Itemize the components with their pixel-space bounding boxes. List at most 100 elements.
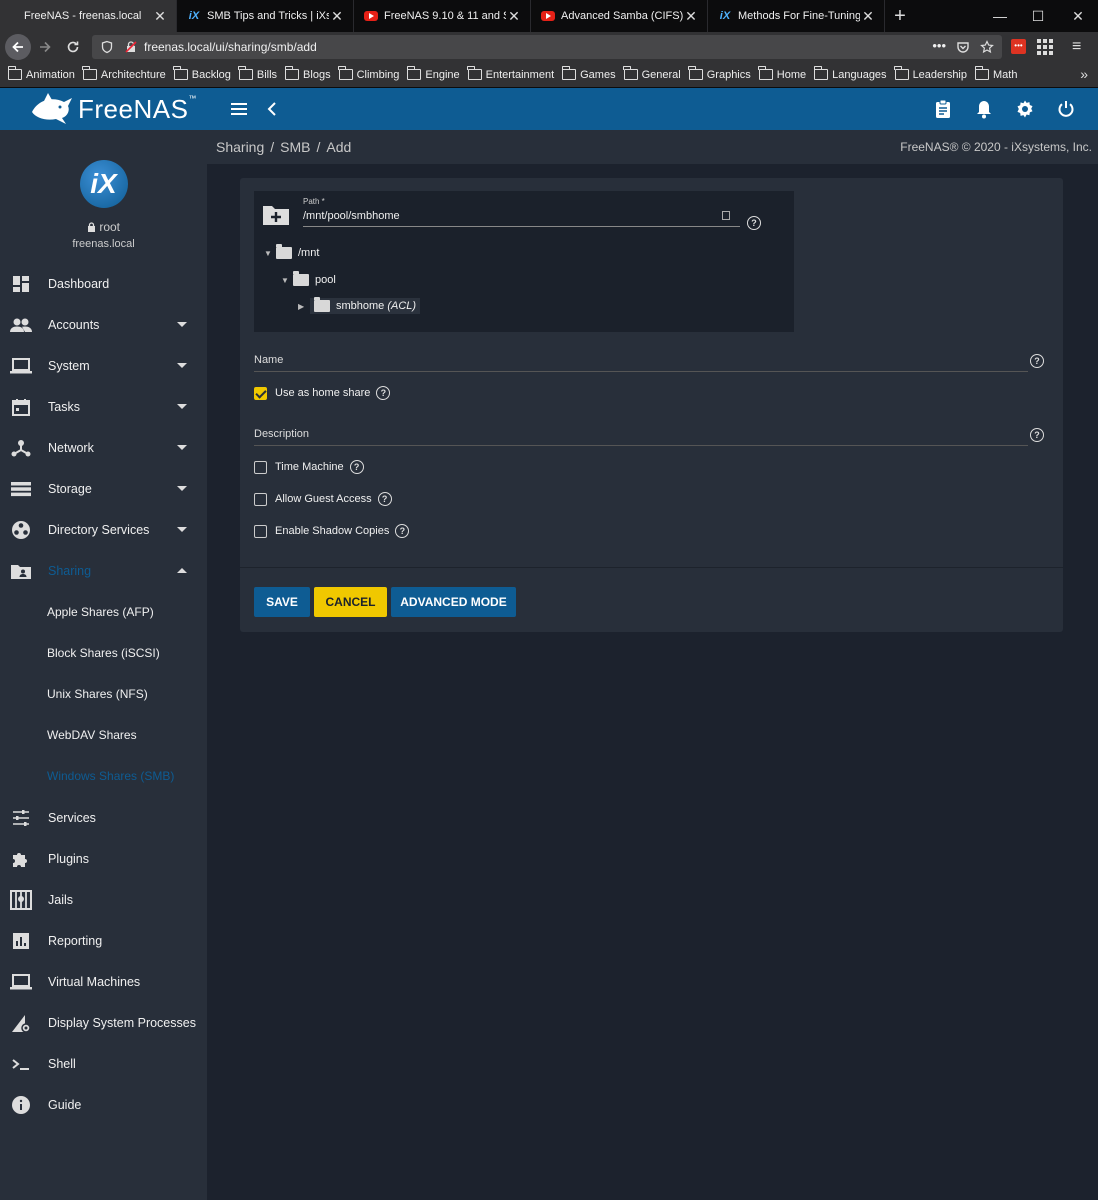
caret-down-icon[interactable]: ▼ xyxy=(264,249,276,258)
name-field[interactable]: Name xyxy=(254,354,1028,372)
description-field[interactable]: Description xyxy=(254,428,1028,446)
minimize-icon[interactable]: — xyxy=(980,0,1020,32)
caret-right-icon[interactable]: ▶ xyxy=(298,302,310,311)
close-tab-icon[interactable]: ✕ xyxy=(506,8,522,25)
sidebar-item-storage[interactable]: Storage xyxy=(0,468,207,509)
browser-tab-smb-tips[interactable]: iX SMB Tips and Tricks | iXsystems ✕ xyxy=(177,0,354,32)
clipboard-icon[interactable] xyxy=(930,96,956,122)
bookmark-item[interactable]: Engine xyxy=(406,66,460,81)
window-close-icon[interactable]: ✕ xyxy=(1058,0,1098,32)
new-tab-plus-icon[interactable]: + xyxy=(885,0,915,32)
sidebar-item-system-processes[interactable]: Display System Processes xyxy=(0,1002,207,1043)
path-input[interactable]: /mnt/pool/smbhome xyxy=(303,210,740,227)
expand-path-icon[interactable] xyxy=(722,211,730,220)
sidebar-subitem-smb[interactable]: Windows Shares (SMB) xyxy=(47,755,207,796)
bookmark-item[interactable]: Backlog xyxy=(173,66,231,81)
sidebar-item-system[interactable]: System xyxy=(0,345,207,386)
bookmark-item[interactable]: Games xyxy=(561,66,616,81)
tree-node-mnt[interactable]: ▼ /mnt xyxy=(264,243,319,263)
save-button[interactable]: SAVE xyxy=(254,587,310,617)
help-icon[interactable]: ? xyxy=(377,492,392,506)
close-tab-icon[interactable]: ✕ xyxy=(329,8,345,25)
maximize-icon[interactable]: ☐ xyxy=(1018,0,1058,32)
breadcrumb-sharing[interactable]: Sharing xyxy=(216,139,264,155)
bookmark-item[interactable]: Architechture xyxy=(82,66,166,81)
bookmark-item[interactable]: Leadership xyxy=(894,66,967,81)
bookmark-item[interactable]: Blogs xyxy=(284,66,331,81)
sidebar-subitem-webdav[interactable]: WebDAV Shares xyxy=(47,714,207,755)
settings-gear-icon[interactable] xyxy=(1012,96,1038,122)
close-tab-icon[interactable]: ✕ xyxy=(152,8,168,25)
sidebar-item-shell[interactable]: Shell xyxy=(0,1043,207,1084)
shadow-copies-checkbox-row[interactable]: Enable Shadow Copies ? xyxy=(254,523,410,539)
bookmark-item[interactable]: Entertainment xyxy=(467,66,554,81)
insecure-lock-icon[interactable] xyxy=(124,40,138,54)
sidebar-item-guide[interactable]: Guide xyxy=(0,1084,207,1125)
sidebar-item-reporting[interactable]: Reporting xyxy=(0,920,207,961)
bell-icon[interactable] xyxy=(971,96,997,122)
tree-node-smbhome[interactable]: ▶ smbhome (ACL) xyxy=(298,296,421,316)
tree-node-selected[interactable]: smbhome (ACL) xyxy=(310,297,421,314)
help-icon[interactable]: ? xyxy=(395,524,410,538)
add-folder-icon[interactable] xyxy=(263,203,289,225)
extension-icon[interactable]: ••• xyxy=(1011,39,1026,54)
breadcrumb-smb[interactable]: SMB xyxy=(280,139,310,155)
back-arrow-icon[interactable] xyxy=(5,34,31,60)
bookmark-star-icon[interactable] xyxy=(980,40,994,54)
sidebar-item-directory-services[interactable]: Directory Services xyxy=(0,509,207,550)
sidebar-subitem-afp[interactable]: Apple Shares (AFP) xyxy=(47,591,207,632)
sidebar-item-sharing[interactable]: Sharing xyxy=(0,550,207,591)
bookmark-item[interactable]: Math xyxy=(974,66,1017,81)
browser-tab-freenas[interactable]: FreeNAS - freenas.local ✕ xyxy=(0,0,177,32)
url-bar[interactable]: freenas.local/ui/sharing/smb/add ••• xyxy=(92,35,1002,59)
help-icon[interactable]: ? xyxy=(747,216,761,230)
help-icon[interactable]: ? xyxy=(349,460,364,474)
sidebar-item-dashboard[interactable]: Dashboard xyxy=(0,263,207,304)
browser-tab-methods[interactable]: iX Methods For Fine-Tuning Samba ✕ xyxy=(708,0,885,32)
shadow-copies-checkbox[interactable] xyxy=(254,524,267,538)
sidebar-item-virtual-machines[interactable]: Virtual Machines xyxy=(0,961,207,1002)
bookmark-item[interactable]: Climbing xyxy=(338,66,399,81)
hamburger-menu-icon[interactable] xyxy=(226,96,252,122)
advanced-mode-button[interactable]: ADVANCED MODE xyxy=(391,587,516,617)
cancel-button[interactable]: CANCEL xyxy=(314,587,387,617)
apps-grid-icon[interactable] xyxy=(1037,39,1053,55)
bookmarks-overflow-icon[interactable]: » xyxy=(1080,66,1088,82)
help-icon[interactable]: ? xyxy=(376,386,391,400)
sidebar-item-accounts[interactable]: Accounts xyxy=(0,304,207,345)
freenas-logo[interactable]: FreeNAS™ xyxy=(30,92,197,126)
time-machine-checkbox[interactable] xyxy=(254,460,267,474)
bookmark-item[interactable]: Graphics xyxy=(688,66,751,81)
browser-tab-freenas-samba[interactable]: FreeNAS 9.10 & 11 and Samba ✕ xyxy=(354,0,531,32)
caret-down-icon[interactable]: ▼ xyxy=(281,276,293,285)
sidebar-item-plugins[interactable]: Plugins xyxy=(0,838,207,879)
guest-access-checkbox-row[interactable]: Allow Guest Access ? xyxy=(254,491,392,507)
page-actions-icon[interactable]: ••• xyxy=(932,38,946,53)
sidebar-item-network[interactable]: Network xyxy=(0,427,207,468)
bookmark-item[interactable]: Languages xyxy=(813,66,887,81)
browser-tab-advanced-samba[interactable]: Advanced Samba (CIFS) permissions ✕ xyxy=(531,0,708,32)
forward-arrow-icon[interactable] xyxy=(31,33,59,61)
help-icon[interactable]: ? xyxy=(1030,428,1044,442)
sidebar-subitem-iscsi[interactable]: Block Shares (iSCSI) xyxy=(47,632,207,673)
home-share-checkbox-row[interactable]: Use as home share ? xyxy=(254,385,391,401)
chevron-left-icon[interactable] xyxy=(259,96,285,122)
bookmark-item[interactable]: Bills xyxy=(238,66,277,81)
shield-icon[interactable] xyxy=(100,40,114,54)
bookmark-item[interactable]: General xyxy=(623,66,681,81)
sidebar-item-jails[interactable]: Jails xyxy=(0,879,207,920)
browser-menu-icon[interactable]: ≡ xyxy=(1072,38,1081,56)
power-icon[interactable] xyxy=(1053,96,1079,122)
pocket-icon[interactable] xyxy=(956,40,970,54)
bookmark-item[interactable]: Animation xyxy=(7,66,75,81)
guest-access-checkbox[interactable] xyxy=(254,492,267,506)
close-tab-icon[interactable]: ✕ xyxy=(860,8,876,25)
home-share-checkbox[interactable] xyxy=(254,386,267,400)
sidebar-subitem-nfs[interactable]: Unix Shares (NFS) xyxy=(47,673,207,714)
sidebar-item-tasks[interactable]: Tasks xyxy=(0,386,207,427)
help-icon[interactable]: ? xyxy=(1030,354,1044,368)
time-machine-checkbox-row[interactable]: Time Machine ? xyxy=(254,459,364,475)
close-tab-icon[interactable]: ✕ xyxy=(683,8,699,25)
tree-node-pool[interactable]: ▼ pool xyxy=(281,270,336,290)
reload-icon[interactable] xyxy=(59,33,87,61)
